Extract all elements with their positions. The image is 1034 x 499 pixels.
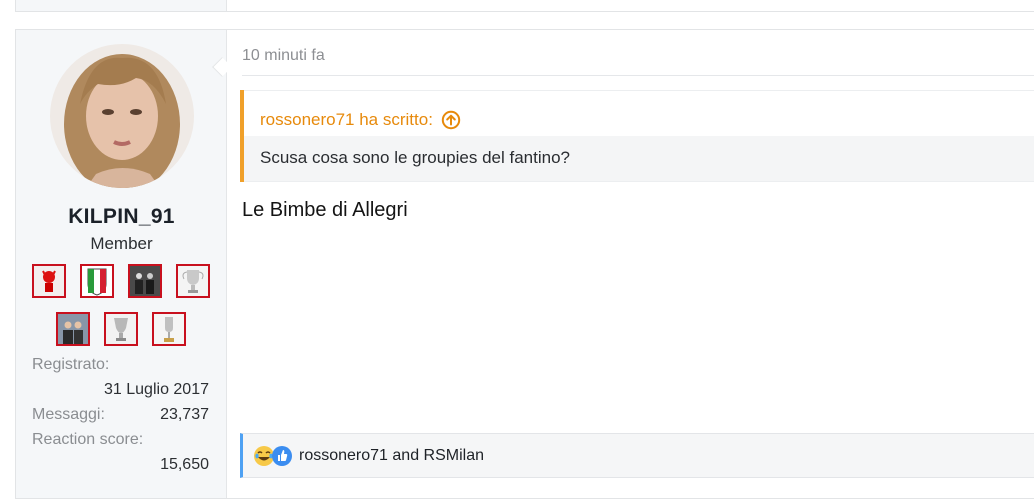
reactions-bar[interactable]: rossonero71 and RSMilan: [240, 433, 1034, 478]
forum-post: KILPIN_91 Member Registrato: 31 Luglio 2…: [15, 29, 1034, 499]
user-info-column: KILPIN_91 Member Registrato: 31 Luglio 2…: [16, 30, 227, 498]
quote-block: rossonero71 ha scritto: Scusa cosa sono …: [240, 90, 1034, 182]
quote-author[interactable]: rossonero71 ha scritto:: [260, 110, 433, 130]
silver-cup-badge[interactable]: [104, 312, 138, 346]
quote-header: rossonero71 ha scritto:: [244, 90, 1034, 136]
thumbs-up-icon: [272, 445, 292, 466]
devil-trophy-badge[interactable]: [32, 264, 66, 298]
reaction-score-value: 15,650: [160, 456, 209, 473]
messages-label: Messaggi:: [32, 406, 105, 423]
registered-label: Registrato:: [32, 356, 110, 373]
club-cup-badge[interactable]: [152, 312, 186, 346]
group-photo-badge[interactable]: [56, 312, 90, 346]
previous-post-user-column: [16, 0, 227, 11]
italian-shield-badge[interactable]: [80, 264, 114, 298]
messages-value: 23,737: [160, 406, 209, 423]
header-divider: [242, 75, 1034, 76]
arrow-up-circle-icon[interactable]: [441, 110, 461, 130]
username[interactable]: KILPIN_91: [16, 205, 227, 229]
quote-text: Scusa cosa sono le groupies del fantino?: [244, 136, 1034, 182]
previous-post-fragment: [15, 0, 1034, 12]
reaction-score-label: Reaction score:: [32, 431, 144, 448]
reaction-icons: [253, 445, 293, 467]
post-message: Le Bimbe di Allegri: [242, 199, 408, 221]
post-content-column: 10 minuti fa rossonero71 ha scritto: Scu…: [228, 30, 1034, 498]
user-title: Member: [90, 234, 153, 253]
avatar[interactable]: [50, 44, 194, 188]
registered-value: 31 Luglio 2017: [104, 381, 209, 398]
team-photo-badge[interactable]: [128, 264, 162, 298]
champions-cup-badge[interactable]: [176, 264, 210, 298]
post-timestamp[interactable]: 10 minuti fa: [242, 47, 325, 65]
reaction-users[interactable]: rossonero71 and RSMilan: [299, 447, 484, 465]
